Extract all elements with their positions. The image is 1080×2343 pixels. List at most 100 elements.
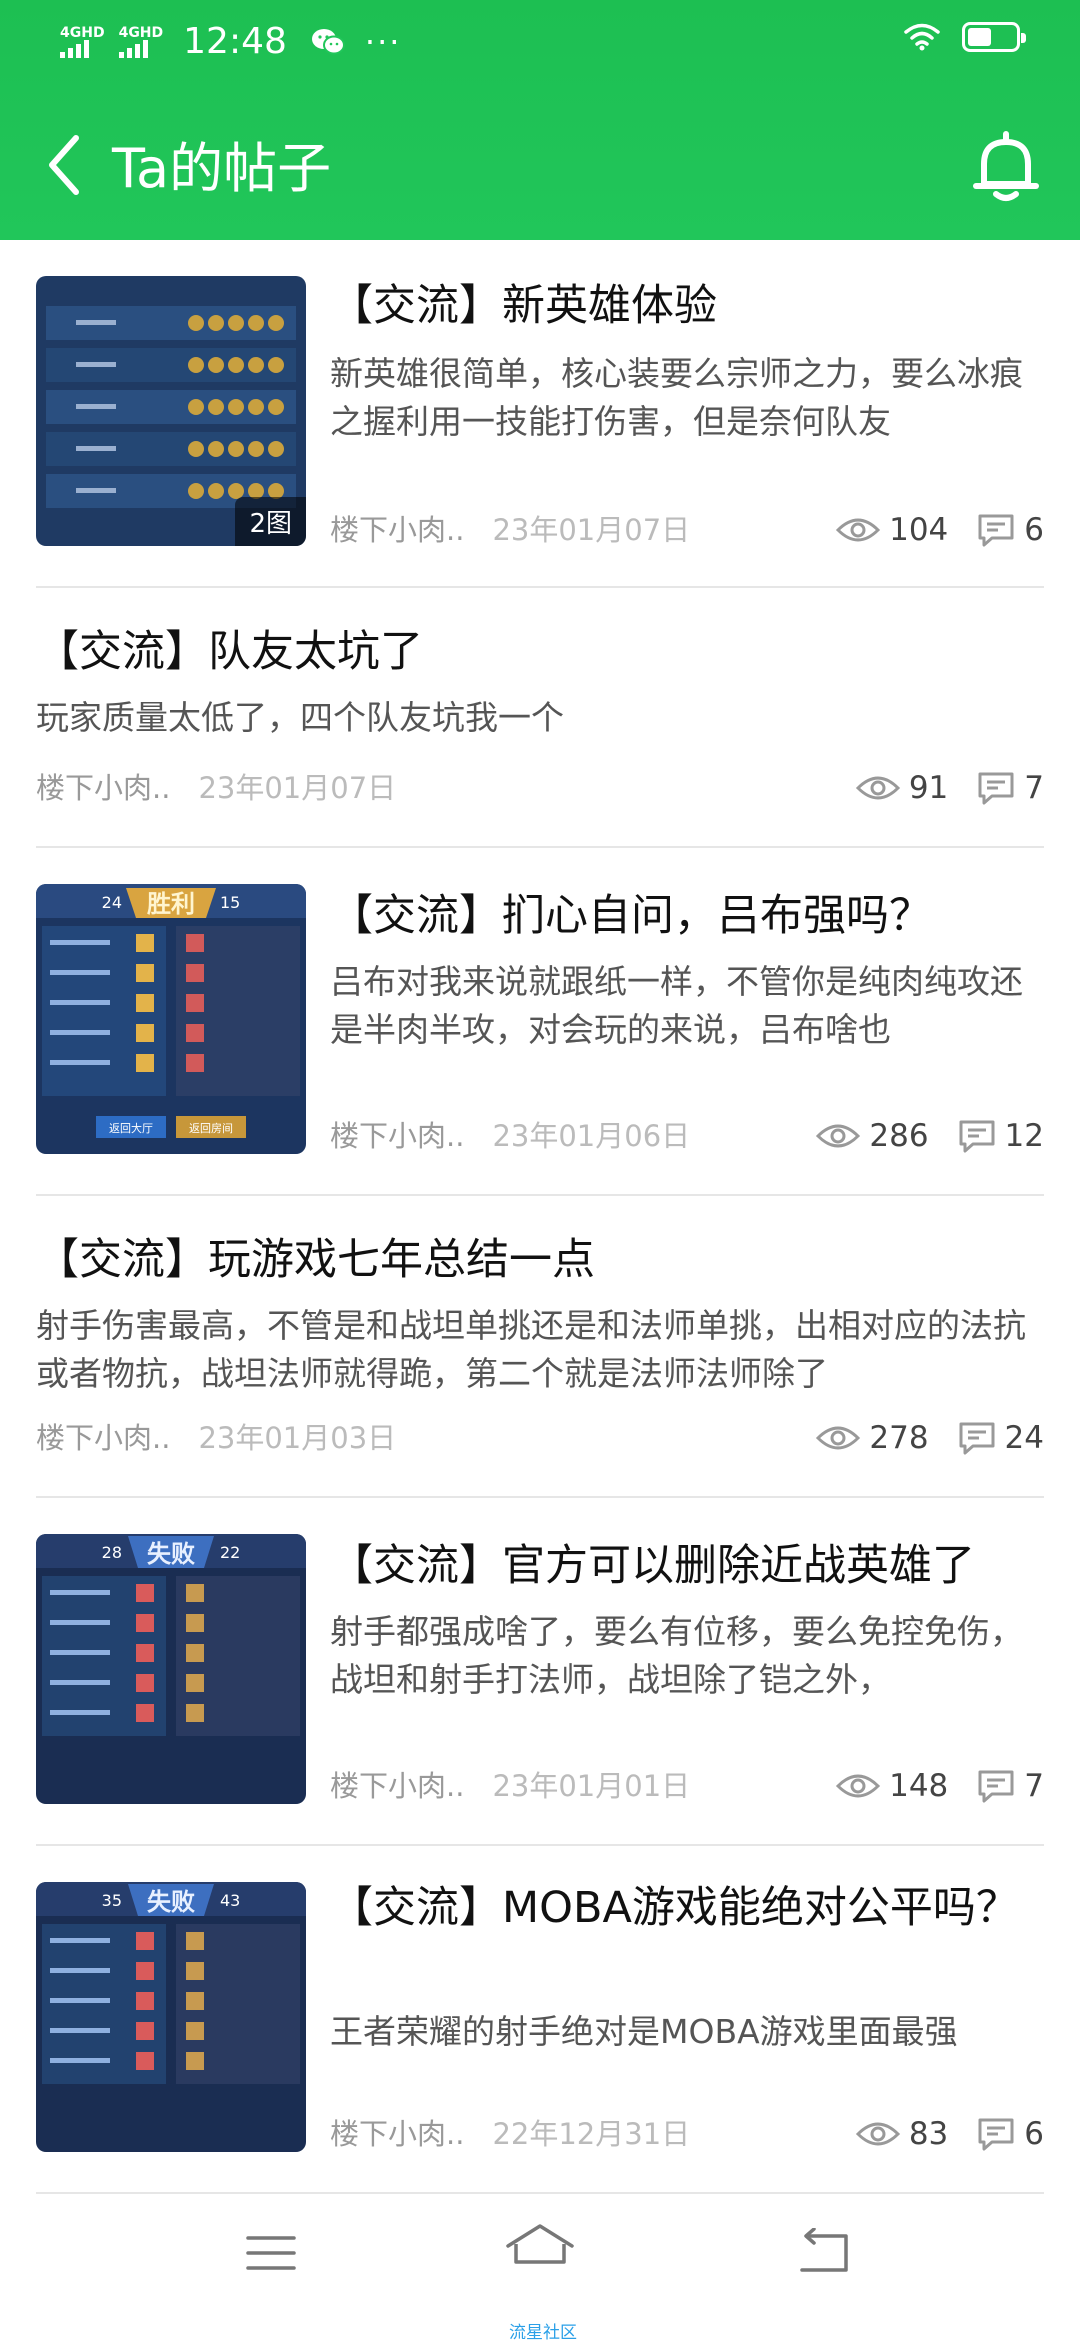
thumb-button-room: 返回房间 [189, 1122, 233, 1135]
menu-icon[interactable] [244, 2228, 298, 2278]
clock: 12:48 [183, 21, 287, 62]
post-stats: 104 6 [835, 510, 1044, 550]
thumb-left-score: 35 [102, 1891, 122, 1910]
post-author[interactable]: 楼下小肉.. [330, 1119, 464, 1153]
post-date: 23年01月07日 [198, 771, 397, 805]
view-count: 278 [869, 1420, 929, 1456]
post-date: 23年01月07日 [492, 513, 691, 547]
signal-label-2: 4GHD [118, 25, 164, 41]
bell-icon[interactable] [970, 130, 1042, 206]
post-item[interactable]: 2图 【交流】新英雄体验 新英雄很简单，核心装要么宗师之力，要么冰痕之握利用一技… [36, 240, 1044, 588]
post-meta: 楼下小肉.. 23年01月07日 [36, 768, 396, 808]
view-count: 148 [889, 1768, 949, 1804]
thumb-right-score: 15 [220, 893, 240, 912]
post-meta: 楼下小肉.. 23年01月03日 [36, 1418, 396, 1458]
thumb-banner: 失败 [147, 1540, 195, 1568]
post-summary: 射手都强成啥了，要么有位移，要么免控免伤，战坦和射手打法师，战坦除了铠之外， [330, 1612, 1023, 1699]
comment-icon [959, 1120, 995, 1153]
eye-icon [835, 518, 881, 542]
post-item[interactable]: 胜利 24 15 返回大厅 返回房间 【交流】扪心自问，吕布强吗？ 吕布对我来说… [36, 848, 1044, 1196]
post-meta: 楼下小肉.. 23年01月07日 [330, 510, 690, 550]
signal-label: 4GHD [60, 25, 105, 41]
thumb-button-lobby: 返回大厅 [109, 1121, 153, 1135]
comment-icon [978, 2118, 1014, 2151]
post-author[interactable]: 楼下小肉.. [330, 1769, 464, 1803]
nav-bar: Ta的帖子 [0, 100, 1080, 240]
home-label: 流星社区 [509, 2323, 577, 2343]
post-date: 23年01月06日 [492, 1119, 691, 1153]
comment-icon [978, 514, 1014, 547]
more-notifications-icon: ··· [364, 23, 402, 61]
comment-icon [959, 1422, 995, 1455]
post-title[interactable]: 【交流】队友太坑了 [36, 624, 423, 680]
post-summary: 王者荣耀的射手绝对是MOBA游戏里面最强 [330, 2012, 958, 2051]
wechat-icon [311, 29, 345, 55]
post-title[interactable]: 【交流】MOBA游戏能绝对公平吗？ [330, 1880, 1020, 1936]
thumb-right-score: 22 [220, 1543, 240, 1562]
post-author[interactable]: 楼下小肉.. [330, 513, 464, 547]
view-count: 83 [908, 2116, 949, 2152]
post-thumbnail[interactable]: 2图 [36, 276, 306, 546]
post-stats: 91 7 [855, 768, 1044, 808]
comment-count: 7 [1024, 770, 1044, 806]
battery-icon [962, 22, 1026, 52]
post-author[interactable]: 楼下小肉.. [330, 2117, 464, 2151]
thumb-left-score: 28 [102, 1543, 122, 1562]
post-stats: 83 6 [855, 2114, 1044, 2154]
post-summary: 新英雄很简单，核心装要么宗师之力，要么冰痕之握利用一技能打伤害，但是奈何队友 [330, 354, 1023, 441]
post-meta: 楼下小肉.. 22年12月31日 [330, 2114, 690, 2154]
post-meta: 楼下小肉.. 23年01月06日 [330, 1116, 690, 1156]
thumb-banner: 失败 [147, 1888, 195, 1916]
post-summary: 吕布对我来说就跟纸一样，不管你是纯肉纯攻还是半肉半攻，对会玩的来说，吕布啥也 [330, 962, 1023, 1049]
comment-count: 6 [1024, 512, 1044, 548]
thumb-banner: 胜利 [147, 890, 195, 918]
comment-count: 24 [1004, 1420, 1044, 1456]
post-thumbnail[interactable]: 失败 28 22 [36, 1534, 306, 1804]
eye-icon [816, 1426, 861, 1450]
post-title[interactable]: 【交流】玩游戏七年总结一点 [36, 1232, 595, 1288]
post-title[interactable]: 【交流】新英雄体验 [330, 278, 717, 334]
post-thumbnail[interactable]: 胜利 24 15 返回大厅 返回房间 [36, 884, 306, 1154]
post-date: 23年01月03日 [198, 1421, 397, 1455]
post-summary: 射手伤害最高，不管是和战坦单挑还是和法师单挑，出相对应的法抗或者物抗，战坦法师就… [36, 1306, 1026, 1393]
back-arrow-icon[interactable] [40, 130, 92, 200]
eye-icon [855, 776, 900, 800]
signal-icon: 4GHD [60, 26, 105, 58]
view-count: 104 [889, 512, 949, 548]
home-icon[interactable] [504, 2222, 576, 2278]
post-date: 23年01月01日 [492, 1769, 691, 1803]
post-date: 22年12月31日 [492, 2117, 691, 2151]
eye-icon [816, 1124, 861, 1148]
post-author[interactable]: 楼下小肉.. [36, 771, 170, 805]
view-count: 91 [908, 770, 949, 806]
comment-count: 6 [1024, 2116, 1044, 2152]
post-thumbnail[interactable]: 失败 35 43 [36, 1882, 306, 2152]
signal-icon-2: 4GHD [118, 25, 164, 58]
post-title[interactable]: 【交流】官方可以删除近战英雄了 [330, 1538, 975, 1594]
post-summary: 玩家质量太低了，四个队友坑我一个 [36, 698, 564, 737]
status-bar: 4GHD 4GHD 12:48 ··· [0, 0, 1080, 84]
page-title: Ta的帖子 [112, 137, 332, 200]
post-title[interactable]: 【交流】扪心自问，吕布强吗？ [330, 888, 932, 944]
comment-icon [978, 772, 1014, 805]
post-stats: 286 12 [815, 1116, 1044, 1156]
post-stats: 148 7 [835, 1766, 1044, 1806]
thumb-left-score: 24 [102, 893, 122, 912]
back-nav-icon[interactable] [794, 2228, 852, 2278]
wifi-icon [904, 23, 940, 51]
post-item[interactable]: 失败 35 43 【交流】MOBA游戏能绝对公平吗？ 王者荣耀的射手绝对是MOB… [36, 1846, 1044, 2194]
comment-count: 7 [1024, 1768, 1044, 1804]
post-item[interactable]: 【交流】队友太坑了 玩家质量太低了，四个队友坑我一个 楼下小肉.. 23年01月0… [36, 588, 1044, 848]
comment-icon [978, 1770, 1014, 1803]
comment-count: 12 [1004, 1118, 1044, 1154]
thumb-right-score: 43 [220, 1891, 240, 1910]
post-meta: 楼下小肉.. 23年01月01日 [330, 1766, 690, 1806]
post-stats: 278 24 [815, 1418, 1044, 1458]
image-count-badge: 2图 [235, 497, 306, 546]
post-author[interactable]: 楼下小肉.. [36, 1421, 170, 1455]
post-item[interactable]: 【交流】玩游戏七年总结一点 射手伤害最高，不管是和战坦单挑还是和法师单挑，出相对… [36, 1196, 1044, 1498]
system-nav-bar: 流星社区 [0, 2200, 1080, 2343]
view-count: 286 [869, 1118, 929, 1154]
eye-icon [855, 2122, 900, 2146]
post-item[interactable]: 失败 28 22 【交流】官方可以删除近战英雄了 射手都强成啥了，要么有位移，要… [36, 1498, 1044, 1846]
